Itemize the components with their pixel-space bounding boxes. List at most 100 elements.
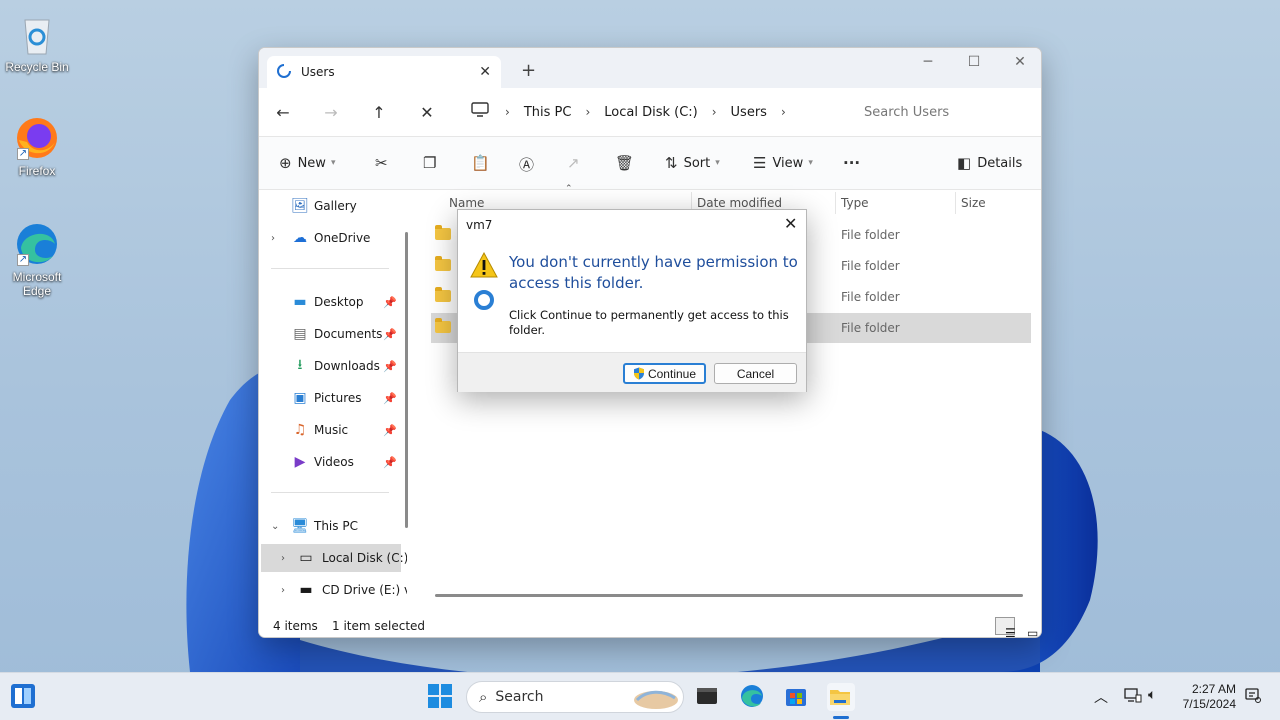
view-button[interactable]: ☰ View ▾ (753, 154, 813, 172)
network-icon[interactable] (1124, 687, 1142, 707)
nav-label: Desktop (314, 295, 364, 309)
breadcrumb-this-pc[interactable]: This PC (524, 105, 572, 120)
nav-label: Pictures (314, 391, 362, 405)
desktop-icon-label: Microsoft Edge (12, 270, 62, 298)
nav-label: Videos (314, 455, 354, 469)
search-input[interactable]: Search Users (852, 96, 1037, 128)
chevron-right-icon[interactable]: › (281, 553, 285, 564)
pictures-icon: ▣ (293, 390, 307, 406)
new-button[interactable]: ⊕ New ▾ (279, 154, 335, 172)
forward-button[interactable]: → (307, 103, 355, 122)
rename-button[interactable]: Ⓐ (519, 154, 540, 175)
notification-icon[interactable] (1245, 687, 1261, 707)
chevron-right-icon[interactable]: › (271, 233, 275, 244)
task-view-widget-icon[interactable] (10, 683, 38, 711)
share-button[interactable]: ↗ (567, 154, 586, 172)
column-divider[interactable] (955, 192, 956, 214)
store-app-icon[interactable] (783, 683, 811, 711)
nav-item-desktop[interactable]: ▬ Desktop 📌 (259, 288, 407, 316)
nav-item-onedrive[interactable]: › ☁ OneDrive (259, 224, 407, 252)
chevron-right-icon[interactable]: › (281, 585, 285, 596)
back-button[interactable]: ← (259, 103, 307, 122)
nav-item-documents[interactable]: ▤ Documents 📌 (259, 320, 407, 348)
firefox-icon: ↗ (13, 114, 61, 162)
tab-users[interactable]: Users ✕ (267, 56, 501, 88)
chevron-up-icon[interactable]: ︿ (1094, 687, 1108, 707)
breadcrumb-users[interactable]: Users (731, 105, 767, 120)
details-button[interactable]: ◧ Details (957, 154, 1022, 172)
column-header-date-modified[interactable]: Date modified (697, 196, 782, 210)
details-view-button[interactable]: ☰ (995, 617, 1016, 637)
title-bar: Users ✕ + ─ ☐ ✕ (259, 48, 1041, 88)
taskbar-search[interactable]: ⌕ Search (466, 681, 684, 713)
breadcrumb-local-disk[interactable]: Local Disk (C:) (604, 105, 697, 120)
desktop-icon-label: Firefox (18, 164, 56, 178)
paste-button[interactable]: 📋 (471, 154, 496, 172)
desktop-icon-edge[interactable]: ↗ Microsoft Edge (0, 220, 74, 298)
file-explorer-app-icon[interactable] (827, 683, 855, 711)
address-bar-row: ← → ↑ ✕ › This PC › Local Disk (C:) › Us… (259, 88, 1041, 136)
desktop-icon-recycle-bin[interactable]: Recycle Bin (0, 10, 74, 74)
desktop-icon-firefox[interactable]: ↗ Firefox (0, 114, 74, 178)
dialog-title: vm7 (466, 218, 493, 232)
chevron-right-icon[interactable]: › (781, 105, 786, 119)
column-header-name[interactable]: Name (449, 196, 484, 210)
nav-item-cd-drive[interactable]: › ▬ CD Drive (E:) v (259, 576, 407, 604)
windows-icon (428, 684, 452, 708)
cancel-button[interactable]: Cancel (714, 363, 797, 384)
up-button[interactable]: ↑ (355, 103, 403, 122)
search-highlight-image (633, 686, 679, 714)
nav-item-gallery[interactable]: 🖼 Gallery (259, 192, 407, 220)
pin-icon: 📌 (383, 423, 397, 437)
delete-button[interactable]: 🗑 (615, 154, 640, 172)
dialog-close-button[interactable]: ✕ (784, 214, 797, 233)
nav-item-pictures[interactable]: ▣ Pictures 📌 (259, 384, 407, 412)
volume-icon[interactable]: 🔈︎ (1148, 687, 1156, 703)
nav-scrollbar[interactable] (405, 232, 408, 528)
close-tab-icon[interactable]: ✕ (479, 64, 491, 80)
more-options-button[interactable]: ··· (843, 154, 866, 172)
nav-label: Downloads (314, 359, 380, 373)
folder-icon (435, 256, 451, 271)
column-header-type[interactable]: Type (841, 196, 869, 210)
shortcut-arrow-icon: ↗ (17, 254, 29, 266)
column-header-size[interactable]: Size (961, 196, 986, 210)
row-type: File folder (841, 259, 900, 273)
chevron-right-icon[interactable]: › (712, 105, 717, 119)
tiles-view-button[interactable]: ▭ (1017, 617, 1038, 637)
sort-button[interactable]: ⇅ Sort ▾ (665, 154, 720, 172)
computer-icon: 🖥 (291, 518, 309, 534)
download-icon: ⭳ (297, 357, 303, 373)
stop-button[interactable]: ✕ (403, 103, 451, 122)
continue-button[interactable]: Continue (623, 363, 706, 384)
share-icon: ↗ (567, 154, 580, 172)
chevron-right-icon[interactable]: › (505, 105, 510, 119)
running-indicator (833, 716, 849, 719)
drive-icon: ▭ (299, 550, 313, 566)
edge-app-icon[interactable] (739, 683, 767, 711)
nav-item-music[interactable]: ♫ Music 📌 (259, 416, 407, 444)
sort-label: Sort (683, 155, 711, 171)
loading-icon (277, 63, 291, 81)
edge-icon: ↗ (13, 220, 61, 268)
nav-item-videos[interactable]: ▶ Videos 📌 (259, 448, 407, 476)
maximize-button[interactable]: ☐ (951, 54, 997, 70)
minimize-button[interactable]: ─ (905, 54, 951, 70)
chevron-down-icon[interactable]: ⌄ (271, 521, 279, 532)
nav-item-local-disk[interactable]: › ▭ Local Disk (C:) (261, 544, 407, 572)
start-button[interactable] (427, 683, 455, 711)
terminal-app-icon[interactable] (694, 683, 722, 711)
cut-button[interactable]: ✂ (375, 154, 394, 172)
taskbar-clock[interactable]: 2:27 AM 7/15/2024 (1168, 682, 1236, 712)
nav-item-this-pc[interactable]: ⌄ 🖥 This PC (259, 512, 407, 540)
close-window-button[interactable]: ✕ (997, 54, 1041, 70)
column-divider[interactable] (835, 192, 836, 214)
copy-button[interactable]: ❐ (423, 154, 442, 172)
horizontal-scrollbar[interactable] (435, 594, 1023, 597)
new-tab-button[interactable]: + (521, 60, 536, 81)
chevron-right-icon[interactable]: › (585, 105, 590, 119)
tab-title: Users (301, 65, 335, 79)
row-type: File folder (841, 321, 900, 335)
nav-item-downloads[interactable]: ⭳ Downloads 📌 (259, 352, 407, 380)
chevron-down-icon: ▾ (808, 158, 813, 168)
